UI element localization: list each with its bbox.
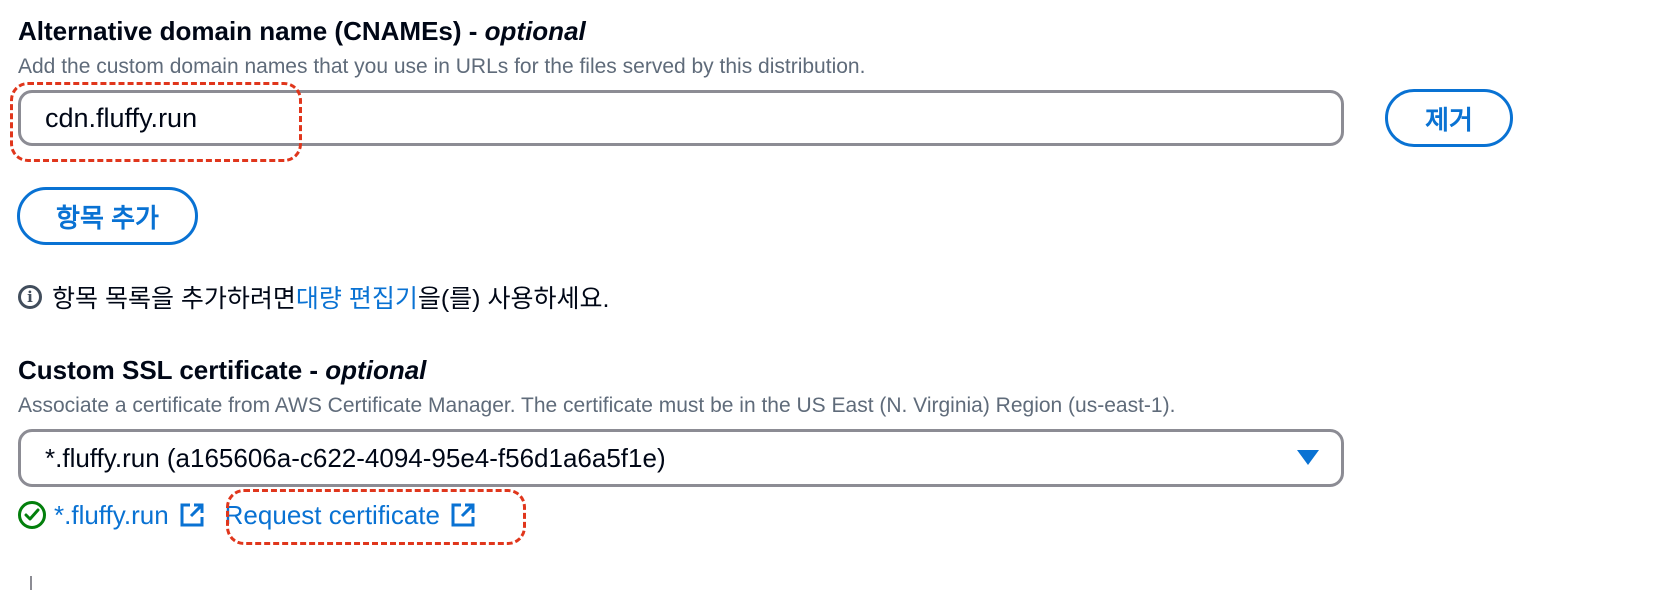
chevron-down-icon xyxy=(1297,450,1319,465)
certificate-select[interactable]: *.fluffy.run (a165606a-c622-4094-95e4-f5… xyxy=(18,429,1344,487)
external-link-icon[interactable] xyxy=(179,502,205,528)
hint-text-after: 을(를) 사용하세요. xyxy=(417,285,610,313)
cnames-label: Alternative domain name (CNAMEs) - optio… xyxy=(18,16,586,46)
certificate-selected-value: *.fluffy.run (a165606a-c622-4094-95e4-f5… xyxy=(45,442,666,473)
bulk-editor-link[interactable]: 대량 편집기 xyxy=(296,279,418,315)
cnames-optional-text: optional xyxy=(484,16,586,46)
cloudfront-settings-page: Alternative domain name (CNAMEs) - optio… xyxy=(0,0,1664,590)
external-link-icon[interactable] xyxy=(450,502,476,528)
remove-button[interactable]: 제거 xyxy=(1385,89,1513,147)
cname-input-value: cdn.fluffy.run xyxy=(45,102,198,133)
certificate-links-row: *.fluffy.run Request certificate xyxy=(18,497,476,533)
cnames-label-text: Alternative domain name (CNAMEs) xyxy=(18,16,462,46)
success-check-icon xyxy=(18,501,46,529)
add-item-button[interactable]: 항목 추가 xyxy=(17,187,198,245)
info-icon: i xyxy=(18,285,42,309)
certificate-link[interactable]: *.fluffy.run xyxy=(54,500,169,531)
ssl-optional-text: optional xyxy=(325,355,427,385)
divider xyxy=(30,576,32,590)
bulk-editor-hint: i 항목 목록을 추가하려면 대량 편집기 을(를) 사용하세요. xyxy=(18,279,609,315)
ssl-label: Custom SSL certificate - optional xyxy=(18,355,427,385)
hint-text-before: 항목 목록을 추가하려면 xyxy=(52,285,296,313)
ssl-description: Associate a certificate from AWS Certifi… xyxy=(18,394,1176,417)
request-certificate-link[interactable]: Request certificate xyxy=(225,500,440,531)
cname-input[interactable]: cdn.fluffy.run xyxy=(18,90,1344,146)
cnames-description: Add the custom domain names that you use… xyxy=(18,55,866,78)
ssl-label-text: Custom SSL certificate xyxy=(18,355,303,385)
